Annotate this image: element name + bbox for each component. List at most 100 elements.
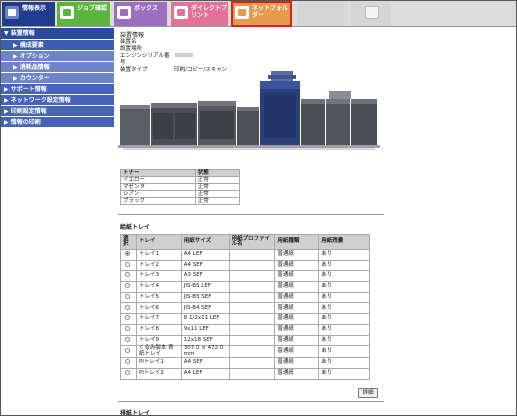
paper-profile	[228, 281, 276, 293]
column-header: 用紙残量	[318, 234, 370, 250]
toner-status: 正常	[194, 197, 241, 205]
info-icon	[5, 6, 19, 19]
table-row[interactable]: トレイ5 JIS-B5 SEF 普通紙 あり	[120, 291, 370, 304]
tab-label: ボックス	[134, 5, 158, 12]
window-icon	[365, 6, 379, 19]
column-header: トレイ	[135, 234, 182, 250]
device-info-label: 設置場所	[120, 46, 143, 52]
paper-size: 9x11 LEF	[180, 323, 230, 336]
table-row[interactable]: トレイ1 A4 LEF 普通紙 あり	[120, 249, 370, 261]
tray-radio-button[interactable]	[125, 315, 130, 321]
paper-profile	[228, 302, 276, 315]
printer-system-image	[118, 71, 380, 150]
tab-disabled-2[interactable]	[351, 2, 391, 26]
tab-label: ダイレクトプリント	[191, 5, 228, 19]
select-cell[interactable]	[120, 367, 137, 380]
sidebar-item-consumables[interactable]: ▶ 消耗品情報	[1, 62, 114, 73]
main-content: 装置情報 装置名 設置場所 エンジンシリアル番号 装置タイプ 印刷/コピー/スキャ…	[114, 28, 516, 416]
sidebar-item-support[interactable]: ▶ サポート情報	[1, 84, 114, 95]
table-row: マゼンタ 正常	[120, 183, 241, 191]
tray-radio-button[interactable]	[125, 325, 130, 331]
paper-profile	[228, 345, 276, 359]
paper-remaining: あり	[318, 334, 370, 347]
paper-size: JIS-B5 SEF	[180, 291, 230, 304]
sidebar-item-options[interactable]: ▶ オプション	[1, 51, 114, 62]
select-cell[interactable]	[120, 291, 137, 304]
table-row[interactable]: トレイ2 A4 SEF 普通紙 あり	[120, 259, 370, 272]
select-cell[interactable]	[120, 345, 137, 359]
device-info-label: 装置名	[120, 39, 137, 45]
output-tray-title: 排紙トレイ	[120, 410, 151, 416]
sidebar-item-components[interactable]: ▶ 構成要素	[1, 40, 114, 51]
tray-radio-button[interactable]	[125, 283, 130, 289]
tab-direct-print[interactable]: ダイレクトプリント	[171, 2, 228, 26]
tray-radio-button[interactable]	[125, 293, 130, 299]
paper-remaining: あり	[318, 291, 370, 304]
table-row[interactable]: PIトレイ1 A4 SEF 普通紙 あり	[120, 357, 370, 369]
paper-profile	[228, 313, 276, 325]
paper-tray-table: 選択 トレイ 用紙サイズ 用紙プロファイル名 用紙種類 用紙残量 トレイ1 A4 …	[120, 234, 370, 380]
sidebar-item-counter[interactable]: ▶ カウンター	[1, 73, 114, 84]
select-cell[interactable]	[120, 334, 137, 347]
tray-radio-button[interactable]	[125, 336, 130, 342]
table-row[interactable]: PIトレイ2 A4 LEF 普通紙 あり	[120, 367, 370, 380]
toner-status: 正常	[194, 190, 241, 198]
paper-type: 普通紙	[274, 291, 320, 304]
table-row: ブラック 正常	[120, 197, 241, 205]
table-row[interactable]: トレイ8 9x11 LEF 普通紙 あり	[120, 323, 370, 336]
select-cell[interactable]	[120, 281, 137, 293]
top-tab-bar: 情報表示 ジョブ確認 ボックス ダイレクトプリント ネットフォルダー	[1, 1, 516, 27]
table-row[interactable]: トレイ6 JIS-B4 SEF 普通紙 あり	[120, 302, 370, 315]
sidebar-item-network-settings[interactable]: ▶ ネットワーク設定情報	[1, 95, 114, 106]
paper-type: 普通紙	[274, 313, 320, 325]
table-row: イエロー 正常	[120, 176, 241, 184]
tab-net-folder[interactable]: ネットフォルダー	[231, 1, 292, 27]
sidebar-item-print-settings[interactable]: ▶ 印刷設定情報	[1, 106, 114, 117]
paper-size: A4 SEF	[180, 259, 230, 272]
select-cell[interactable]	[120, 302, 137, 315]
tab-status-display[interactable]: 情報表示	[2, 2, 55, 26]
tray-name: トレイ4	[135, 281, 182, 293]
table-row[interactable]: くるみ製本 表紙トレイ 307.0 × 472.0 mm 普通紙 あり	[120, 345, 370, 359]
tray-radio-button[interactable]	[125, 251, 130, 257]
table-row[interactable]: トレイ4 JIS-B5 LEF 普通紙 あり	[120, 281, 370, 293]
paper-type: 普通紙	[274, 334, 320, 347]
paper-tray-rows: トレイ1 A4 LEF 普通紙 あり トレイ2 A4 SEF 普通紙 あり トレイ3 A3 SEF…	[120, 249, 370, 380]
tray-name: トレイ5	[135, 291, 182, 304]
tab-box[interactable]: ボックス	[114, 2, 167, 26]
select-cell[interactable]	[120, 323, 137, 336]
detail-button[interactable]: 詳細	[358, 388, 378, 398]
tab-job-check[interactable]: ジョブ確認	[57, 2, 110, 26]
tab-label: ネットフォルダー	[252, 5, 289, 19]
tray-radio-button[interactable]	[125, 304, 130, 310]
table-header-row: 選択 トレイ 用紙サイズ 用紙プロファイル名 用紙種類 用紙残量	[120, 234, 370, 250]
tray-radio-button[interactable]	[125, 347, 130, 353]
tray-radio-button[interactable]	[125, 369, 130, 375]
column-header: 用紙サイズ	[180, 234, 230, 250]
column-header: トナー	[120, 169, 196, 177]
table-row: シアン 正常	[120, 190, 241, 198]
tab-disabled-1[interactable]	[297, 2, 368, 26]
tray-radio-button[interactable]	[125, 359, 130, 365]
select-cell[interactable]	[120, 357, 137, 369]
sidebar-section-device-info[interactable]: ▼ 装置情報	[1, 28, 114, 40]
select-cell[interactable]	[120, 249, 137, 261]
select-cell[interactable]	[120, 313, 137, 325]
column-header: 用紙種類	[274, 234, 320, 250]
paper-size: 12x18 SEF	[180, 334, 230, 347]
table-row[interactable]: トレイ3 A3 SEF 普通紙 あり	[120, 270, 370, 283]
divider	[118, 214, 384, 215]
select-cell[interactable]	[120, 270, 137, 283]
paper-remaining: あり	[318, 323, 370, 336]
sidebar-item-print-info[interactable]: ▶ 情報の印刷	[1, 117, 114, 128]
select-cell[interactable]	[120, 259, 137, 272]
tray-radio-button[interactable]	[125, 261, 130, 267]
tray-name: PIトレイ1	[135, 357, 182, 369]
tray-name: トレイ3	[135, 270, 182, 283]
table-row[interactable]: トレイ7 8 1/2x11 LEF 普通紙 あり	[120, 313, 370, 325]
tray-name: トレイ2	[135, 259, 182, 272]
tray-name: PIトレイ2	[135, 367, 182, 380]
paper-size: JIS-B4 SEF	[180, 302, 230, 315]
paper-size: A4 LEF	[180, 367, 230, 380]
tray-radio-button[interactable]	[125, 272, 130, 278]
